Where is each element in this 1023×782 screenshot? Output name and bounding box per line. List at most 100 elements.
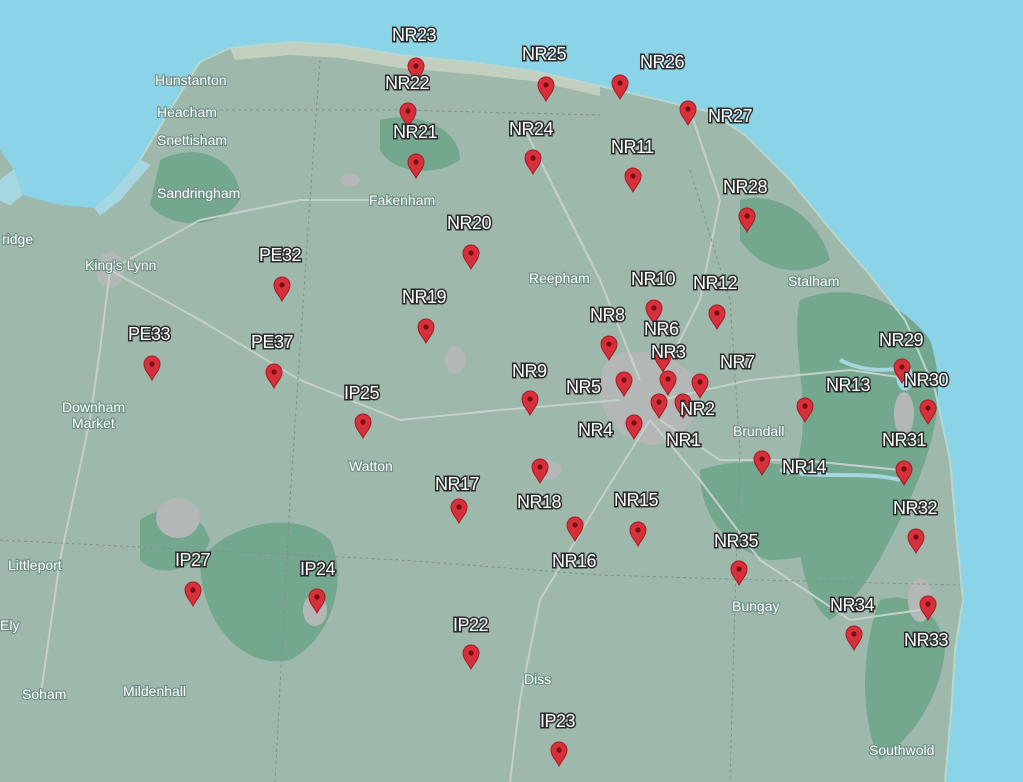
postcode-label-nr35: NR35 [714,531,759,551]
pin-center-dot [314,594,320,600]
postcode-label-nr3: NR3 [651,342,686,362]
pin-center-dot [685,106,691,112]
postcode-label-nr18: NR18 [517,492,562,512]
pin-center-dot [901,466,907,472]
pin-center-dot [925,601,931,607]
pin-center-dot [744,213,750,219]
town-label-kings-lynn: King's Lynn [85,257,156,273]
pin-center-dot [530,155,536,161]
town-label-watton: Watton [349,458,393,474]
pin-center-dot [537,464,543,470]
town-label-ely: Ely [0,617,19,633]
postcode-label-nr27: NR27 [708,106,753,126]
postcode-label-nr31: NR31 [882,430,927,450]
town-label-snettisham: Snettisham [157,132,227,148]
postcode-label-nr4: NR4 [578,420,613,440]
postcode-label-nr19: NR19 [402,287,447,307]
pin-center-dot [697,379,703,385]
pin-center-dot [543,82,549,88]
postcode-label-nr14: NR14 [782,457,827,477]
town-label-downham: Downham [62,399,125,415]
town-label-southwold: Southwold [869,742,934,758]
town-label-heacham: Heacham [157,104,217,120]
map-canvas[interactable]: Hunstanton Heacham Snettisham Sandringham Fa… [0,0,1023,782]
town-label-bridge: ridge [2,231,33,247]
pin-center-dot [736,566,742,572]
postcode-label-nr21: NR21 [393,122,438,142]
postcode-label-nr32: NR32 [893,498,938,518]
postcode-label-nr6: NR6 [644,319,679,339]
pin-center-dot [665,376,671,382]
town-label-bungay: Bungay [732,598,779,614]
postcode-label-ip25: IP25 [344,383,380,403]
postcode-label-nr24: NR24 [509,119,554,139]
pin-center-dot [631,420,637,426]
postcode-label-nr26: NR26 [640,52,685,72]
postcode-label-nr2: NR2 [680,399,715,419]
postcode-label-nr20: NR20 [447,213,492,233]
pin-center-dot [360,419,366,425]
postcode-label-nr28: NR28 [723,177,768,197]
town-label-soham: Soham [22,686,66,702]
pin-center-dot [759,456,765,462]
postcode-label-nr16: NR16 [552,551,597,571]
pin-center-dot [556,747,562,753]
town-label-fakenham: Fakenham [369,192,435,208]
pin-center-dot [621,377,627,383]
postcode-label-ip23: IP23 [540,711,576,731]
postcode-label-nr33: NR33 [904,630,949,650]
pin-center-dot [468,250,474,256]
pin-center-dot [279,282,285,288]
postcode-label-ip24: IP24 [300,559,336,579]
postcode-label-nr11: NR11 [611,137,654,157]
postcode-label-nr10: NR10 [631,269,676,289]
postcode-label-nr23: NR23 [392,25,437,45]
pin-center-dot [423,324,429,330]
postcode-label-nr7: NR7 [720,352,755,372]
town-label-stalham: Stalham [788,273,839,289]
pin-center-dot [913,534,919,540]
pin-center-dot [456,504,462,510]
postcode-label-ip27: IP27 [175,550,211,570]
pin-center-dot [527,396,533,402]
postcode-label-pe37: PE37 [251,332,294,352]
town-label-littleport: Littleport [8,557,62,573]
pin-center-dot [899,364,905,370]
pin-center-dot [606,341,612,347]
postcode-label-nr9: NR9 [512,361,547,381]
postcode-label-nr30: NR30 [904,370,949,390]
pin-center-dot [925,405,931,411]
postcode-label-nr5: NR5 [566,377,601,397]
pin-center-dot [714,310,720,316]
postcode-label-nr17: NR17 [435,474,480,494]
pin-center-dot [651,305,657,311]
postcode-label-nr34: NR34 [830,595,875,615]
town-label-hunstanton: Hunstanton [155,72,227,88]
postcode-label-pe33: PE33 [128,324,171,344]
pin-center-dot [802,403,808,409]
town-label-reepham: Reepham [529,270,590,286]
town-label-market: Market [72,415,115,431]
pin-center-dot [635,527,641,533]
pin-center-dot [468,650,474,656]
town-label-diss: Diss [524,671,551,687]
pin-center-dot [405,108,411,114]
town-label-sandringham: Sandringham [157,185,240,201]
postcode-label-nr22: NR22 [385,73,430,93]
pin-center-dot [656,399,662,405]
town-label-mildenhall: Mildenhall [123,683,186,699]
pin-center-dot [630,173,636,179]
postcode-label-nr13: NR13 [826,375,871,395]
postcode-label-nr8: NR8 [590,305,625,325]
postcode-label-nr12: NR12 [693,273,738,293]
pin-center-dot [271,369,277,375]
pin-center-dot [413,63,419,69]
pin-center-dot [190,587,196,593]
postcode-label-nr15: NR15 [614,490,659,510]
pin-center-dot [149,361,155,367]
postcode-label-pe32: PE32 [259,245,302,265]
pin-center-dot [413,159,419,165]
pin-center-dot [851,631,857,637]
pin-center-dot [617,80,623,86]
town-label-brundall: Brundall [733,423,784,439]
